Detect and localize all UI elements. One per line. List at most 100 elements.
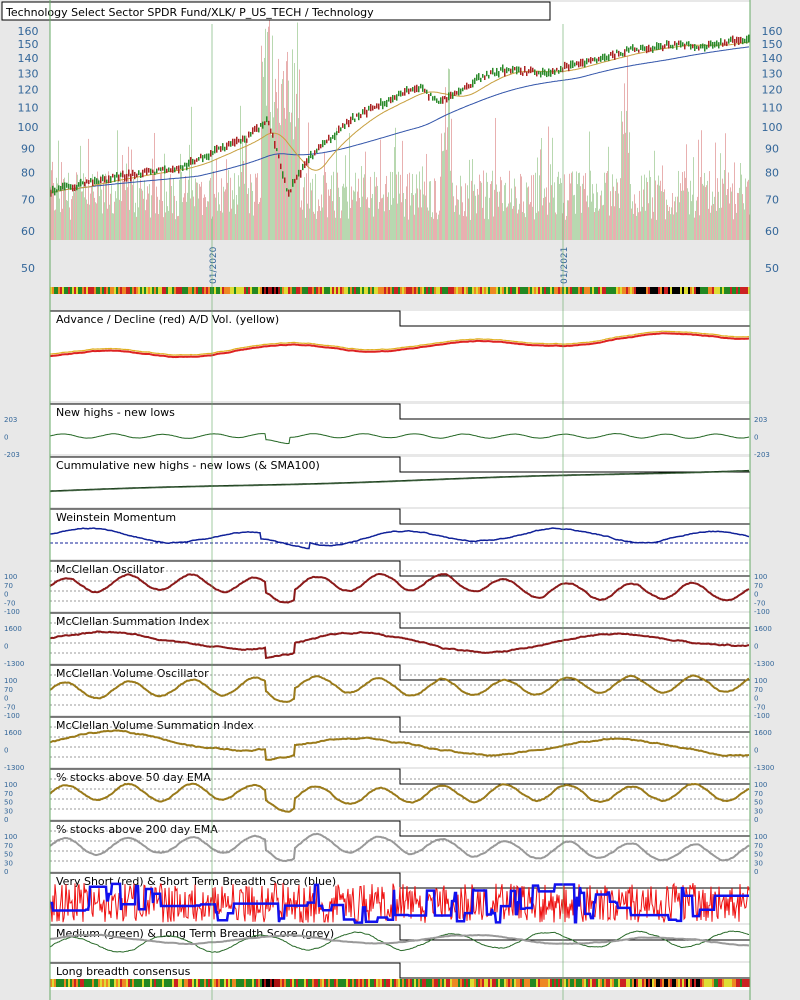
volume-bar <box>546 187 547 240</box>
consensus-cell <box>358 287 360 294</box>
consensus-cell <box>592 979 594 987</box>
consensus-cell <box>56 979 58 987</box>
consensus-cell <box>488 979 490 987</box>
volume-bar <box>548 126 549 240</box>
volume-bar <box>469 159 470 240</box>
price-tick-label-right: 120 <box>762 84 783 97</box>
volume-bar <box>544 188 545 240</box>
volume-bar <box>572 171 573 240</box>
volume-bar <box>415 193 416 240</box>
panel-tick-label-right: 100 <box>754 677 767 685</box>
price-candle <box>444 95 446 100</box>
panel-tick-label-left: -1300 <box>4 764 24 772</box>
consensus-cell <box>296 287 298 294</box>
volume-bar <box>62 208 63 240</box>
volume-bar <box>607 171 608 240</box>
volume-bar <box>608 146 609 240</box>
volume-bar <box>516 198 517 240</box>
consensus-cell <box>152 979 154 987</box>
consensus-cell <box>200 287 202 294</box>
volume-bar <box>717 178 718 240</box>
price-candle <box>158 167 160 171</box>
consensus-cell <box>542 979 544 987</box>
volume-bar <box>481 182 482 240</box>
price-candle <box>436 98 438 103</box>
price-candle <box>304 161 306 169</box>
volume-bar <box>699 215 700 240</box>
volume-bar <box>537 157 538 240</box>
consensus-cell <box>110 287 112 294</box>
panel-tick-label-right: 0 <box>754 643 758 651</box>
consensus-cell <box>118 287 120 294</box>
consensus-cell <box>600 979 602 987</box>
consensus-cell <box>332 287 334 294</box>
price-candle <box>268 120 270 126</box>
consensus-cell <box>166 979 168 987</box>
consensus-cell <box>322 287 324 294</box>
volume-bar <box>596 183 597 240</box>
consensus-cell <box>240 287 242 294</box>
consensus-cell <box>678 287 680 294</box>
price-candle <box>508 68 510 72</box>
price-candle <box>526 71 528 77</box>
price-candle <box>712 42 714 49</box>
consensus-cell <box>684 287 686 294</box>
volume-bar <box>564 174 565 240</box>
volume-bar <box>162 201 163 240</box>
volume-bar <box>670 214 671 240</box>
volume-bar <box>542 205 543 240</box>
consensus-cell <box>354 979 356 987</box>
price-candle <box>340 127 342 132</box>
volume-bar <box>248 188 249 240</box>
panel-tick-label-left: 0 <box>4 868 8 876</box>
consensus-cell <box>410 287 412 294</box>
consensus-cell <box>96 287 98 294</box>
consensus-cell <box>418 287 420 294</box>
consensus-cell <box>544 287 546 294</box>
consensus-cell <box>146 979 148 987</box>
volume-bar <box>661 191 662 240</box>
price-candle <box>514 67 516 71</box>
price-candle <box>302 163 304 171</box>
price-candle <box>318 144 320 151</box>
volume-bar <box>88 138 89 240</box>
consensus-cell <box>364 979 366 987</box>
volume-bar <box>357 191 358 240</box>
panel-tick-label-right: 1600 <box>754 729 772 737</box>
consensus-cell <box>492 979 494 987</box>
price-candle <box>148 167 150 173</box>
consensus-cell <box>124 979 126 987</box>
volume-bar <box>202 215 203 240</box>
consensus-cell <box>536 287 538 294</box>
consensus-cell <box>712 287 714 294</box>
price-candle <box>456 91 458 95</box>
volume-bar <box>172 213 173 240</box>
consensus-cell <box>258 979 260 987</box>
consensus-cell <box>694 979 696 987</box>
consensus-cell <box>136 979 138 987</box>
consensus-cell <box>634 979 636 987</box>
consensus-cell <box>298 287 300 294</box>
consensus-cell <box>138 287 140 294</box>
volume-bar <box>654 150 655 240</box>
consensus-cell <box>300 287 302 294</box>
consensus-cell <box>228 979 230 987</box>
consensus-cell <box>358 979 360 987</box>
consensus-cell <box>576 287 578 294</box>
volume-bar <box>394 147 395 240</box>
volume-bar <box>282 79 283 240</box>
volume-bar <box>158 214 159 240</box>
volume-bar <box>724 170 725 240</box>
consensus-cell <box>318 979 320 987</box>
consensus-cell <box>392 287 394 294</box>
consensus-cell <box>728 287 730 294</box>
volume-bar <box>604 172 605 240</box>
consensus-cell <box>474 979 476 987</box>
consensus-cell <box>370 979 372 987</box>
volume-bar <box>528 186 529 240</box>
volume-bar <box>610 191 611 240</box>
volume-bar <box>140 179 141 240</box>
consensus-cell <box>106 287 108 294</box>
consensus-cell <box>446 979 448 987</box>
consensus-cell <box>216 287 218 294</box>
